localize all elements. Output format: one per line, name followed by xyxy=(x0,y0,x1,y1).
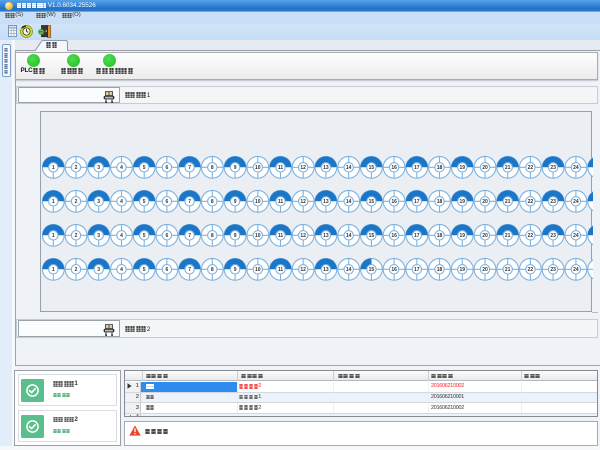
svg-text:17: 17 xyxy=(414,165,420,171)
svg-text:13: 13 xyxy=(323,233,329,239)
svg-text:6: 6 xyxy=(165,199,168,205)
svg-text:1: 1 xyxy=(52,199,55,205)
svg-text:15: 15 xyxy=(368,267,374,273)
svg-text:21: 21 xyxy=(505,165,511,171)
svg-text:10: 10 xyxy=(255,233,261,239)
svg-text:10: 10 xyxy=(255,199,261,205)
svg-text:8: 8 xyxy=(211,199,214,205)
svg-text:16: 16 xyxy=(391,267,397,273)
svg-text:18: 18 xyxy=(437,199,443,205)
svg-text:11: 11 xyxy=(278,267,284,273)
svg-text:11: 11 xyxy=(278,165,284,171)
svg-text:3: 3 xyxy=(97,267,100,273)
svg-text:8: 8 xyxy=(211,165,214,171)
svg-text:24: 24 xyxy=(573,233,579,239)
svg-text:9: 9 xyxy=(234,267,237,273)
svg-text:5: 5 xyxy=(143,165,146,171)
svg-text:9: 9 xyxy=(234,199,237,205)
svg-text:14: 14 xyxy=(346,233,352,239)
svg-text:13: 13 xyxy=(323,165,329,171)
svg-text:6: 6 xyxy=(165,233,168,239)
svg-text:3: 3 xyxy=(97,233,100,239)
svg-text:20: 20 xyxy=(482,233,488,239)
svg-text:16: 16 xyxy=(391,199,397,205)
svg-text:12: 12 xyxy=(300,165,306,171)
svg-text:22: 22 xyxy=(527,267,533,273)
svg-text:2: 2 xyxy=(74,165,77,171)
svg-text:18: 18 xyxy=(437,233,443,239)
svg-text:19: 19 xyxy=(459,267,465,273)
svg-text:20: 20 xyxy=(482,199,488,205)
svg-text:20: 20 xyxy=(482,165,488,171)
svg-text:7: 7 xyxy=(188,267,191,273)
svg-text:12: 12 xyxy=(300,199,306,205)
svg-text:15: 15 xyxy=(368,199,374,205)
svg-text:16: 16 xyxy=(391,233,397,239)
svg-text:22: 22 xyxy=(527,199,533,205)
svg-text:24: 24 xyxy=(573,199,579,205)
svg-text:12: 12 xyxy=(300,267,306,273)
svg-text:23: 23 xyxy=(550,199,556,205)
svg-text:17: 17 xyxy=(414,267,420,273)
svg-text:2: 2 xyxy=(74,267,77,273)
svg-text:4: 4 xyxy=(120,199,123,205)
svg-text:12: 12 xyxy=(300,233,306,239)
svg-text:9: 9 xyxy=(234,233,237,239)
svg-text:3: 3 xyxy=(97,199,100,205)
svg-text:23: 23 xyxy=(550,165,556,171)
svg-text:15: 15 xyxy=(368,165,374,171)
svg-text:4: 4 xyxy=(120,165,123,171)
svg-text:20: 20 xyxy=(482,267,488,273)
svg-text:5: 5 xyxy=(143,199,146,205)
svg-text:10: 10 xyxy=(255,267,261,273)
svg-text:14: 14 xyxy=(346,165,352,171)
svg-text:16: 16 xyxy=(391,165,397,171)
svg-text:22: 22 xyxy=(527,165,533,171)
svg-text:7: 7 xyxy=(188,233,191,239)
svg-text:7: 7 xyxy=(188,199,191,205)
svg-text:19: 19 xyxy=(459,199,465,205)
svg-text:3: 3 xyxy=(97,165,100,171)
svg-text:2: 2 xyxy=(74,199,77,205)
svg-text:7: 7 xyxy=(188,165,191,171)
svg-text:11: 11 xyxy=(278,233,284,239)
svg-text:21: 21 xyxy=(505,199,511,205)
svg-text:9: 9 xyxy=(234,165,237,171)
svg-text:18: 18 xyxy=(437,165,443,171)
svg-text:1: 1 xyxy=(52,165,55,171)
svg-text:18: 18 xyxy=(437,267,443,273)
svg-text:13: 13 xyxy=(323,199,329,205)
svg-text:10: 10 xyxy=(255,165,261,171)
svg-text:19: 19 xyxy=(459,165,465,171)
svg-text:6: 6 xyxy=(165,267,168,273)
svg-text:6: 6 xyxy=(165,165,168,171)
svg-text:13: 13 xyxy=(323,267,329,273)
svg-text:17: 17 xyxy=(414,199,420,205)
svg-text:14: 14 xyxy=(346,199,352,205)
svg-text:23: 23 xyxy=(550,267,556,273)
svg-text:2: 2 xyxy=(74,233,77,239)
svg-text:17: 17 xyxy=(414,233,420,239)
svg-text:1: 1 xyxy=(52,267,55,273)
svg-text:4: 4 xyxy=(120,233,123,239)
svg-text:8: 8 xyxy=(211,233,214,239)
svg-text:4: 4 xyxy=(120,267,123,273)
svg-text:14: 14 xyxy=(346,267,352,273)
svg-text:8: 8 xyxy=(211,267,214,273)
svg-text:24: 24 xyxy=(573,267,579,273)
svg-text:19: 19 xyxy=(459,233,465,239)
svg-text:21: 21 xyxy=(505,267,511,273)
svg-text:15: 15 xyxy=(368,233,374,239)
svg-text:11: 11 xyxy=(278,199,284,205)
svg-text:21: 21 xyxy=(505,233,511,239)
svg-text:5: 5 xyxy=(143,267,146,273)
svg-text:5: 5 xyxy=(143,233,146,239)
svg-text:22: 22 xyxy=(527,233,533,239)
svg-text:23: 23 xyxy=(550,233,556,239)
svg-text:24: 24 xyxy=(573,165,579,171)
svg-text:1: 1 xyxy=(52,233,55,239)
